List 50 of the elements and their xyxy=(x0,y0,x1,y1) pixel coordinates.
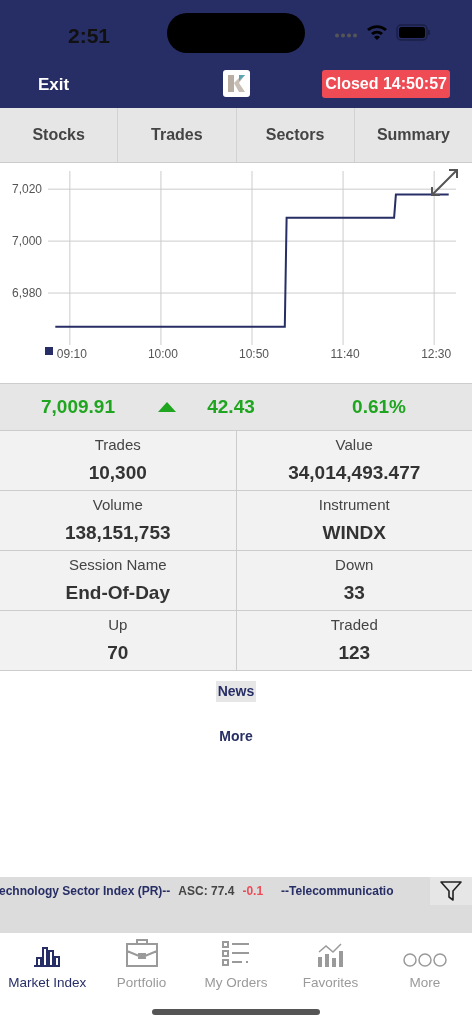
x-axis-label: 12:30 xyxy=(421,347,452,361)
checklist-icon xyxy=(222,940,250,967)
stat-label: Up xyxy=(108,615,128,635)
ticker-text: ASC: 77.4 xyxy=(178,883,235,900)
y-axis-label: 7,000 xyxy=(11,234,42,249)
stat-value: 10,300 xyxy=(88,460,147,485)
stat-label: Down xyxy=(335,555,374,575)
stat-value: 34,014,493.477 xyxy=(288,460,421,485)
stat-label: Traded xyxy=(330,615,378,635)
stat-value: End-Of-Day xyxy=(65,580,170,605)
market-status-badge: Closed 14:50:57 xyxy=(322,70,450,98)
stat-label: Volume xyxy=(92,495,143,515)
stat-label: Value xyxy=(335,435,373,455)
stat-value: 123 xyxy=(338,640,371,665)
battery-icon xyxy=(396,24,431,41)
x-axis-label: 10:00 xyxy=(147,347,178,361)
stat-value: WINDX xyxy=(322,520,386,545)
y-axis-label: 7,020 xyxy=(11,182,42,197)
stat-value: 138,151,753 xyxy=(64,520,171,545)
chart-trend-icon xyxy=(317,942,344,967)
legend-marker xyxy=(45,347,53,355)
link[interactable]: News xyxy=(215,681,257,702)
nav-tab[interactable]: Market Index xyxy=(0,933,95,993)
index-value: 7,009.91 xyxy=(40,394,116,419)
status-time: 2:51 xyxy=(68,23,111,49)
exit-button[interactable]: Exit xyxy=(38,72,70,98)
index-change: 42.43 xyxy=(206,394,256,419)
stat-label: Trades xyxy=(94,435,141,455)
filter-icon xyxy=(439,879,463,903)
stat-label: Session Name xyxy=(68,555,167,575)
briefcase-icon xyxy=(125,939,158,967)
filter-button[interactable] xyxy=(430,877,472,905)
x-axis-label: 11:40 xyxy=(330,347,360,361)
ticker-text: echnology Sector Index (PR)-- xyxy=(0,883,171,900)
link[interactable]: More xyxy=(217,726,255,747)
stat-value: 70 xyxy=(107,640,129,665)
stat-value: 33 xyxy=(343,580,365,605)
bar-chart-icon xyxy=(33,944,62,967)
wifi-icon xyxy=(366,24,388,40)
x-axis-label: 10:50 xyxy=(239,347,269,361)
expand-icon[interactable] xyxy=(431,169,458,196)
index-percent: 0.61% xyxy=(351,394,407,419)
more-icon xyxy=(402,952,447,967)
app-logo xyxy=(223,70,250,97)
y-axis-label: 6,980 xyxy=(11,286,42,301)
stat-label: Instrument xyxy=(318,495,390,515)
ticker-text: -0.1 xyxy=(242,883,264,900)
signal-icon xyxy=(335,33,359,38)
ticker-text: --Telecommunicatio xyxy=(281,883,394,900)
x-axis-label: 09:10 xyxy=(56,347,87,361)
